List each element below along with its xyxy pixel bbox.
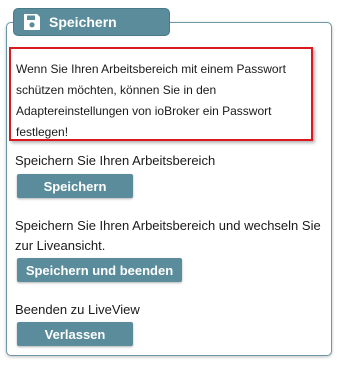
save-exit-description: Speichern Sie Ihren Arbeitsbereich und w… xyxy=(15,218,321,253)
leave-button[interactable]: Verlassen xyxy=(17,322,133,346)
tab-label: Speichern xyxy=(49,14,117,30)
save-button[interactable]: Speichern xyxy=(17,174,133,198)
password-notice: Wenn Sie Ihren Arbeitsbereich mit einem … xyxy=(9,47,313,141)
save-icon xyxy=(22,12,42,32)
tab-speichern[interactable]: Speichern xyxy=(13,8,170,36)
save-and-exit-button[interactable]: Speichern und beenden xyxy=(17,258,182,282)
save-description: Speichern Sie Ihren Arbeitsbereich xyxy=(15,153,216,168)
exit-description: Beenden zu LiveView xyxy=(15,302,140,317)
